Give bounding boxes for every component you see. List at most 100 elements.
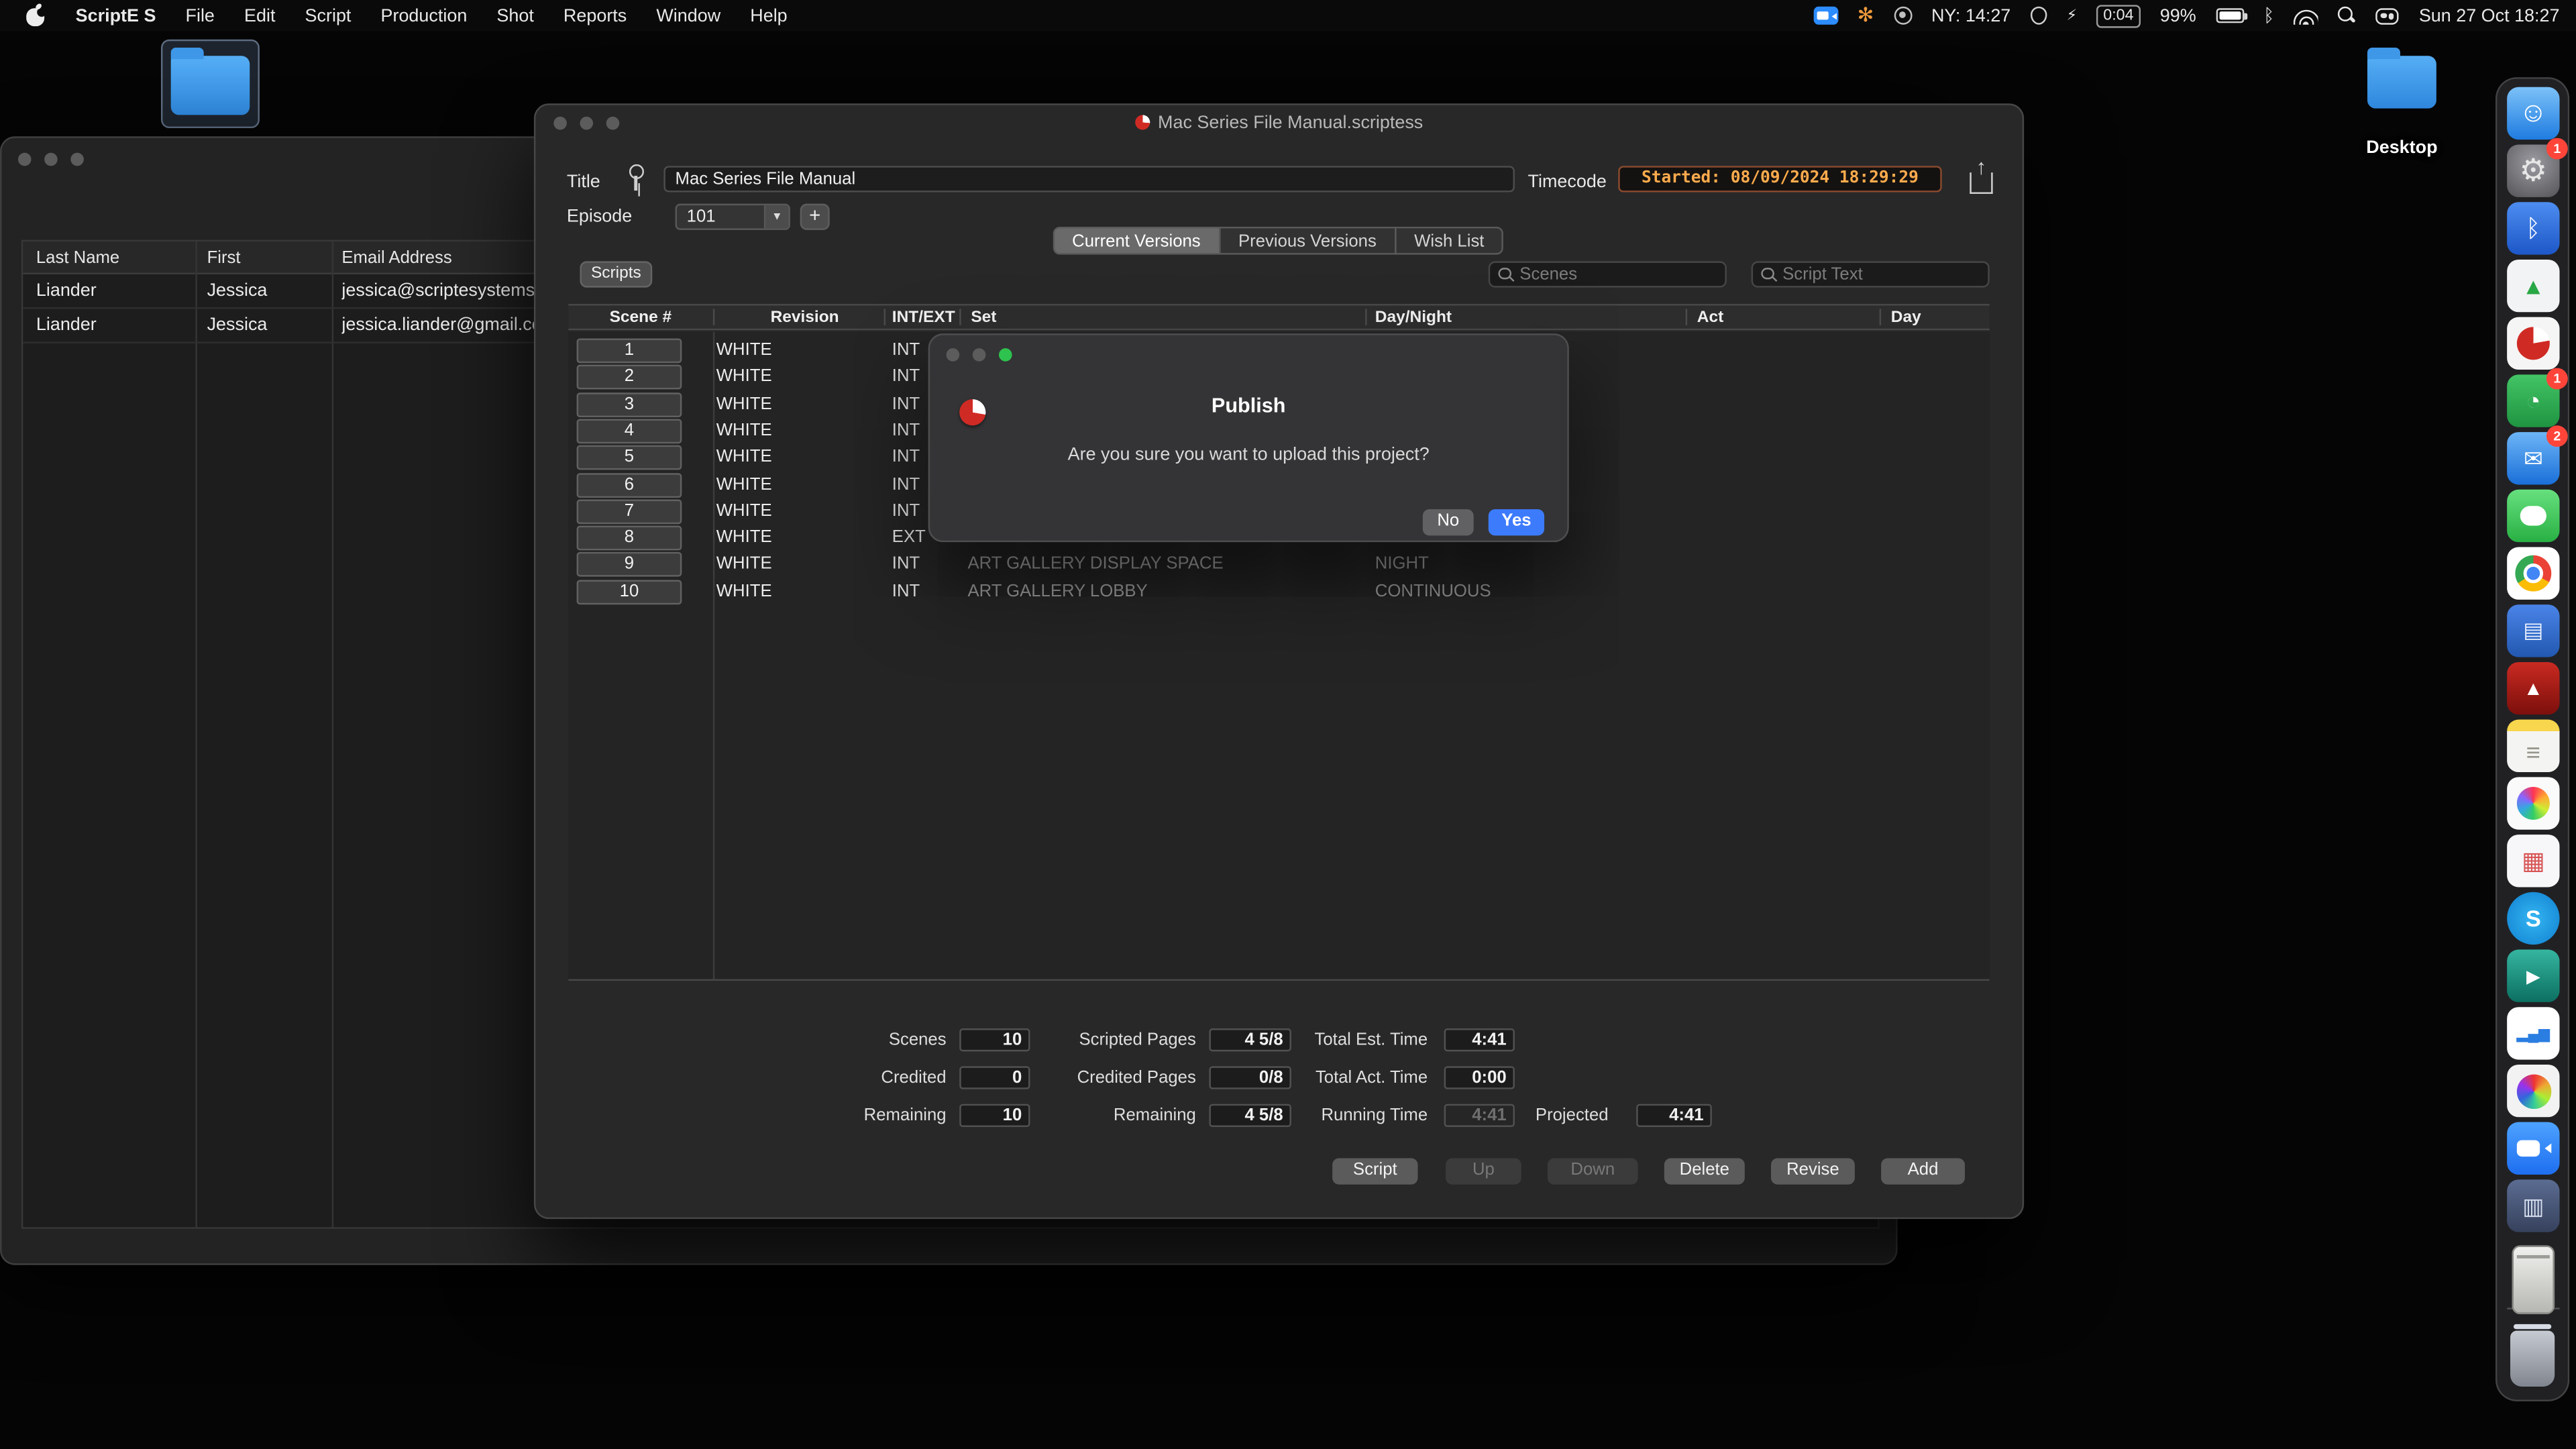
scene-number-cell[interactable]: 8	[576, 525, 682, 551]
dock-google-drive-icon[interactable]: ▲	[2507, 259, 2560, 313]
scene-number-cell[interactable]: 1	[576, 338, 682, 364]
minimize-button[interactable]	[580, 116, 594, 130]
minimize-button[interactable]	[972, 348, 986, 362]
delete-button[interactable]: Delete	[1664, 1158, 1745, 1185]
scene-row[interactable]: 10 WHITE INT ART GALLERY LOBBY CONTINUOU…	[568, 580, 1989, 606]
column-header-last-name[interactable]: Last Name	[36, 248, 119, 268]
menu-shot[interactable]: Shot	[496, 6, 533, 25]
spotlight-search-icon[interactable]	[2338, 6, 2357, 25]
column-header-act[interactable]: Act	[1697, 309, 1723, 327]
battery-icon[interactable]	[2216, 8, 2248, 23]
menu-help[interactable]: Help	[750, 6, 787, 25]
share-upload-icon[interactable]	[1964, 156, 2000, 199]
zoom-button[interactable]	[998, 348, 1012, 362]
menu-edit[interactable]: Edit	[244, 6, 275, 25]
dock-notes-icon[interactable]: ≡	[2507, 719, 2560, 773]
zoom-button[interactable]	[606, 116, 620, 130]
close-button[interactable]	[17, 152, 32, 166]
desktop-folder-label[interactable]: Desktop	[2323, 138, 2481, 158]
script-button[interactable]: Script	[1332, 1158, 1418, 1185]
tab-previous-versions[interactable]: Previous Versions	[1218, 226, 1397, 255]
scenes-value[interactable]: 10	[959, 1028, 1030, 1052]
search-scenes-input[interactable]: Scenes	[1488, 261, 1727, 288]
column-header-scene[interactable]: Scene #	[610, 309, 672, 327]
remaining-value[interactable]: 10	[959, 1104, 1030, 1128]
scripts-button[interactable]: Scripts	[580, 261, 653, 288]
credited-value[interactable]: 0	[959, 1066, 1030, 1089]
dock-green-app-icon[interactable]: ◔ 1	[2507, 368, 2568, 427]
close-button[interactable]	[946, 348, 960, 362]
dock-play-app-icon[interactable]: ▶	[2507, 949, 2560, 1002]
menu-script[interactable]: Script	[305, 6, 352, 25]
apple-menu-icon[interactable]	[26, 5, 46, 27]
menu-clock[interactable]: Sun 27 Oct 18:27	[2419, 6, 2560, 25]
up-button[interactable]: Up	[1446, 1158, 1521, 1185]
desktop-folder-icon[interactable]	[2367, 48, 2436, 109]
dock-skype-icon[interactable]: S	[2507, 892, 2560, 945]
menu-production[interactable]: Production	[381, 6, 468, 25]
total-est-time-value[interactable]: 4:41	[1444, 1028, 1515, 1052]
scene-number-cell[interactable]: 2	[576, 364, 682, 390]
main-window-titlebar[interactable]: Mac Series File Manual.scriptess	[535, 105, 2022, 142]
dock-analytics-app-icon[interactable]: ▂▄▆	[2507, 1007, 2560, 1060]
dock-chrome-icon[interactable]	[2507, 547, 2560, 600]
dock-messages-icon[interactable]	[2507, 489, 2560, 543]
column-header-day-night[interactable]: Day/Night	[1375, 309, 1452, 327]
chevron-down-icon[interactable]: ▾	[763, 205, 789, 229]
add-button[interactable]: Add	[1881, 1158, 1965, 1185]
scene-number-cell[interactable]: 6	[576, 473, 682, 498]
dock-zoom-icon[interactable]	[2507, 1122, 2560, 1175]
column-header-set[interactable]: Set	[971, 309, 996, 327]
close-button[interactable]	[553, 116, 567, 130]
bluetooth-icon[interactable]: ᛒ	[2263, 6, 2274, 25]
battery-percent[interactable]: 99%	[2160, 6, 2196, 25]
dock-remote-screens-icon[interactable]: ▥	[2507, 1179, 2560, 1232]
zoom-button[interactable]	[70, 152, 84, 166]
down-button[interactable]: Down	[1547, 1158, 1638, 1185]
scene-number-cell[interactable]: 9	[576, 551, 682, 577]
scene-number-cell[interactable]: 7	[576, 499, 682, 525]
main-window[interactable]: Mac Series File Manual.scriptess Title M…	[533, 103, 2025, 1220]
scene-number-cell[interactable]: 3	[576, 392, 682, 418]
wifi-icon[interactable]	[2294, 6, 2319, 25]
dock-document-app-icon[interactable]: ▤	[2507, 604, 2560, 657]
zoom-menu-icon[interactable]	[1813, 6, 1838, 25]
charge-time[interactable]: 0:04	[2096, 4, 2141, 28]
scene-row[interactable]: 9 WHITE INT ART GALLERY DISPLAY SPACE NI…	[568, 551, 1989, 578]
column-header-int-ext[interactable]: INT/EXT	[892, 309, 955, 327]
menu-file[interactable]: File	[186, 6, 215, 25]
column-header-day[interactable]: Day	[1891, 309, 1921, 327]
desktop-folder-icon-top-left[interactable]	[170, 48, 250, 115]
dock-bluetooth-app-icon[interactable]: ᛒ	[2507, 202, 2560, 255]
tab-current-versions[interactable]: Current Versions	[1052, 226, 1221, 255]
dock-color-wheel-app-icon[interactable]	[2507, 1064, 2560, 1118]
shield-menu-icon[interactable]	[2030, 6, 2047, 25]
key-icon[interactable]	[626, 164, 645, 194]
dock-jar-stack-icon[interactable]	[2512, 1245, 2555, 1315]
control-center-icon[interactable]	[2376, 7, 2400, 24]
search-script-text-input[interactable]: Script Text	[1751, 261, 1990, 288]
dock-photos-icon[interactable]	[2507, 777, 2560, 830]
column-header-first[interactable]: First	[207, 248, 241, 268]
status-location-time[interactable]: NY: 14:27	[1931, 6, 2010, 25]
dock-finder-icon[interactable]: ☺	[2507, 87, 2560, 140]
minimize-button[interactable]	[44, 152, 58, 166]
timecode-field[interactable]: Started: 08/09/2024 18:29:29	[1618, 166, 1942, 193]
dock-system-settings-icon[interactable]: ⚙ 1	[2507, 138, 2568, 197]
revise-button[interactable]: Revise	[1771, 1158, 1855, 1185]
tab-wish-list[interactable]: Wish List	[1394, 226, 1504, 255]
dock-trash-icon[interactable]	[2510, 1324, 2555, 1387]
yes-button[interactable]: Yes	[1488, 509, 1545, 536]
no-button[interactable]: No	[1422, 509, 1474, 536]
scene-number-cell[interactable]: 10	[576, 580, 682, 605]
dock-acrobat-icon[interactable]: ▲	[2507, 661, 2560, 715]
scene-number-cell[interactable]: 4	[576, 419, 682, 444]
record-menu-icon[interactable]	[1893, 6, 1912, 25]
menu-reports[interactable]: Reports	[564, 6, 627, 25]
dock-grid-app-icon[interactable]: ▦	[2507, 835, 2560, 888]
projected-value[interactable]: 4:41	[1636, 1104, 1712, 1128]
flower-menu-icon[interactable]: ✻	[1858, 5, 1874, 25]
column-header-email[interactable]: Email Address	[341, 248, 451, 268]
publish-dialog[interactable]: Publish Are you sure you want to upload …	[928, 333, 1569, 543]
dock-scripte-app-icon[interactable]	[2507, 317, 2560, 370]
